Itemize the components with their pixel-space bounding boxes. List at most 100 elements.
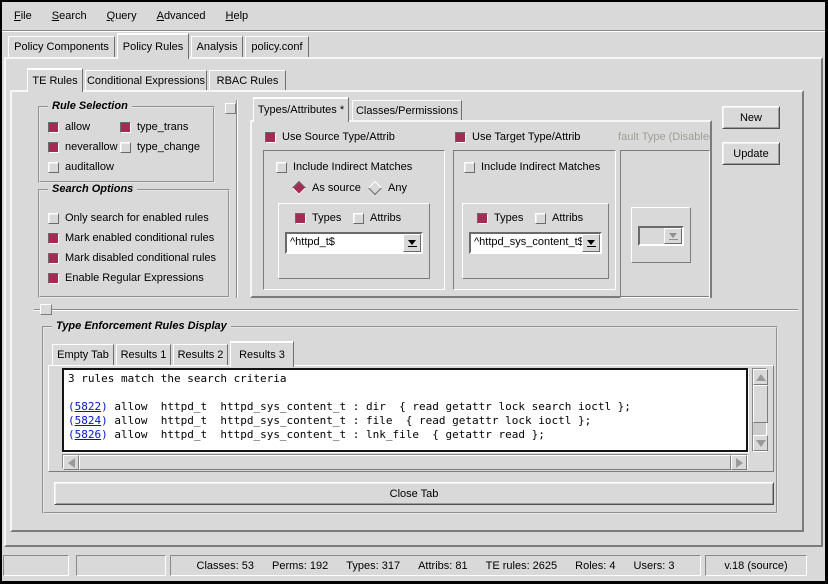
tab-analysis[interactable]: Analysis (191, 36, 243, 57)
checkbox-indicator (48, 162, 59, 173)
dropdown-arrow-icon[interactable] (403, 234, 421, 252)
tab-classes-permissions[interactable]: Classes/Permissions (352, 100, 462, 120)
stat-attribs: Attribs: 81 (418, 560, 468, 572)
checkbox-indicator (353, 213, 364, 224)
scroll-up-icon[interactable] (753, 369, 768, 385)
tab-types-attributes[interactable]: Types/Attributes * (253, 97, 349, 122)
stat-users: Users: 3 (634, 560, 675, 572)
checkbox-indicator (276, 162, 287, 173)
default-type-inner-frame (631, 207, 691, 263)
statusbar-stats: Classes: 53 Perms: 192 Types: 317 Attrib… (170, 555, 701, 576)
horizontal-sash-line (34, 309, 798, 311)
default-type-label: Default Type (Disabled) (618, 131, 710, 145)
default-type-frame (620, 150, 710, 298)
combobox-value[interactable]: ^httpd_t$ (287, 234, 403, 252)
menu-help[interactable]: Help (216, 5, 259, 27)
combobox-value (640, 228, 664, 244)
checkbox-enable-regex[interactable]: Enable Regular Expressions (48, 272, 204, 284)
combobox-value[interactable]: ^httpd_sys_content_t$ (471, 234, 582, 252)
stat-perms: Perms: 192 (272, 560, 328, 572)
checkbox-type-trans[interactable]: type_trans (120, 121, 188, 133)
tab-results-1[interactable]: Results 1 (116, 344, 171, 365)
checkbox-indicator (265, 132, 276, 143)
results-horizontal-scrollbar[interactable] (62, 454, 748, 469)
vertical-sash-line (236, 100, 238, 298)
scroll-right-icon[interactable] (731, 455, 747, 470)
search-options-title: Search Options (48, 183, 137, 195)
tab-results-3[interactable]: Results 3 (230, 341, 294, 367)
checkbox-neverallow[interactable]: neverallow (48, 141, 118, 153)
default-type-combobox (638, 226, 684, 246)
menu-file[interactable]: File (4, 5, 42, 27)
statusbar-cell-empty-left (3, 555, 69, 576)
target-type-combobox[interactable]: ^httpd_sys_content_t$ (469, 232, 602, 254)
menubar: File Search Query Advanced Help (4, 3, 824, 29)
new-button[interactable]: New (722, 106, 780, 129)
menu-search[interactable]: Search (42, 5, 97, 27)
tab-empty-tab[interactable]: Empty Tab (52, 344, 114, 365)
scrollbar-thumb[interactable] (753, 385, 768, 423)
checkbox-indicator (120, 122, 131, 133)
scrollbar-thumb[interactable] (79, 455, 731, 470)
checkbox-indicator (48, 273, 59, 284)
apol-window: File Search Query Advanced Help Policy C… (0, 0, 828, 584)
radio-as-source[interactable]: As source (292, 182, 361, 194)
tab-conditional-expressions[interactable]: Conditional Expressions (85, 70, 207, 90)
scroll-left-icon[interactable] (63, 455, 79, 470)
checkbox-mark-disabled[interactable]: Mark disabled conditional rules (48, 252, 216, 264)
rule-number-link[interactable]: 5826 (75, 428, 102, 441)
checkbox-mark-enabled[interactable]: Mark enabled conditional rules (48, 232, 214, 244)
checkbox-source-types[interactable]: Types (295, 212, 341, 224)
tab-policy-conf[interactable]: policy.conf (245, 36, 309, 57)
horizontal-sash-handle[interactable] (40, 304, 52, 315)
checkbox-source-indirect[interactable]: Include Indirect Matches (276, 161, 412, 173)
checkbox-indicator (464, 162, 475, 173)
stat-te-rules: TE rules: 2625 (486, 560, 558, 572)
tab-rbac-rules[interactable]: RBAC Rules (209, 70, 286, 90)
menu-advanced[interactable]: Advanced (147, 5, 216, 27)
checkbox-use-target-type[interactable]: Use Target Type/Attrib (455, 131, 580, 143)
radio-indicator (368, 181, 382, 195)
update-button[interactable]: Update (722, 142, 780, 165)
results-vertical-scrollbar[interactable] (752, 368, 767, 452)
stat-types: Types: 317 (346, 560, 400, 572)
tab-policy-rules[interactable]: Policy Rules (117, 33, 189, 59)
checkbox-indicator (535, 213, 546, 224)
rule-number-link[interactable]: 5822 (75, 400, 102, 413)
stat-classes: Classes: 53 (197, 560, 254, 572)
vertical-sash-handle[interactable] (225, 103, 236, 114)
tab-results-2[interactable]: Results 2 (173, 344, 228, 365)
results-summary: 3 rules match the search criteria (68, 372, 742, 386)
checkbox-auditallow[interactable]: auditallow (48, 161, 114, 173)
dropdown-arrow-icon[interactable] (582, 234, 600, 252)
menu-query[interactable]: Query (97, 5, 147, 27)
te-rules-display-title: Type Enforcement Rules Display (52, 320, 231, 332)
checkbox-type-change[interactable]: type_change (120, 141, 200, 153)
checkbox-allow[interactable]: allow (48, 121, 90, 133)
checkbox-target-types[interactable]: Types (477, 212, 523, 224)
checkbox-indicator (48, 253, 59, 264)
tab-policy-components[interactable]: Policy Components (8, 36, 115, 57)
checkbox-target-attribs[interactable]: Attribs (535, 212, 583, 224)
checkbox-source-attribs[interactable]: Attribs (353, 212, 401, 224)
stat-roles: Roles: 4 (575, 560, 615, 572)
checkbox-indicator (48, 213, 59, 224)
result-rule-row: (5822) allow httpd_t httpd_sys_content_t… (68, 400, 742, 414)
checkbox-indicator (48, 122, 59, 133)
tab-te-rules[interactable]: TE Rules (27, 68, 83, 92)
close-tab-button[interactable]: Close Tab (54, 482, 774, 505)
result-rule-row: (5826) allow httpd_t httpd_sys_content_t… (68, 428, 742, 442)
radio-any[interactable]: Any (368, 182, 407, 194)
scroll-down-icon[interactable] (753, 435, 768, 451)
rule-selection-frame: Rule Selection allow type_trans neverall… (38, 106, 215, 183)
search-options-frame: Search Options Only search for enabled r… (38, 189, 230, 298)
source-types-frame: Types Attribs ^httpd_t$ (278, 203, 430, 279)
checkbox-target-indirect[interactable]: Include Indirect Matches (464, 161, 600, 173)
rule-number-link[interactable]: 5824 (75, 414, 102, 427)
dropdown-arrow-icon (664, 228, 682, 244)
menubar-separator (2, 30, 825, 32)
checkbox-only-enabled[interactable]: Only search for enabled rules (48, 212, 209, 224)
checkbox-use-source-type[interactable]: Use Source Type/Attrib (265, 131, 395, 143)
radio-indicator (292, 181, 306, 195)
source-type-combobox[interactable]: ^httpd_t$ (285, 232, 423, 254)
